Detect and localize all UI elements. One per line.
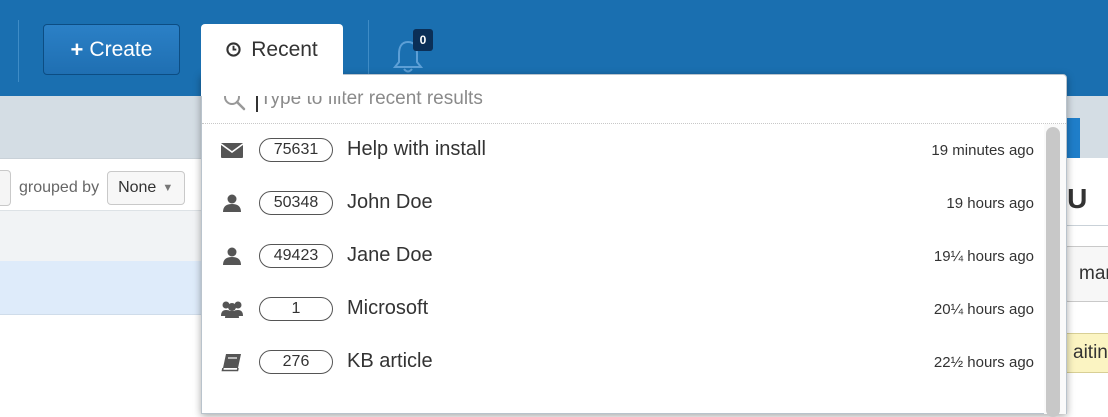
item-title: Microsoft — [347, 297, 429, 319]
notification-count-badge: 0 — [413, 29, 433, 51]
field-button-label: man — [1079, 263, 1108, 284]
grouping-controls: grouped by None ▼ — [0, 170, 186, 206]
group-icon — [221, 301, 243, 318]
item-id-pill: 276 — [259, 350, 333, 374]
envelope-icon — [220, 143, 244, 158]
grouped-by-value: None — [118, 179, 157, 196]
plus-icon: + — [70, 36, 84, 62]
view-select-edge[interactable] — [0, 170, 11, 206]
person-icon — [223, 247, 241, 265]
nav-divider — [368, 20, 369, 82]
nav-divider — [18, 20, 19, 82]
item-timestamp: 19 hours ago — [946, 195, 1034, 212]
recent-tab[interactable]: Recent — [201, 24, 343, 96]
create-button-label: Create — [89, 37, 153, 61]
clock-icon — [226, 42, 241, 57]
selected-list-row[interactable] — [0, 261, 201, 315]
divider — [1060, 225, 1108, 226]
item-timestamp: 22½ hours ago — [933, 354, 1034, 371]
list-header-row — [0, 210, 201, 262]
recent-item[interactable]: 50348 John Doe 19 hours ago — [202, 177, 1042, 230]
scrollbar-thumb[interactable] — [1046, 127, 1060, 417]
item-title: Help with install — [347, 138, 486, 160]
grouped-by-label: grouped by — [19, 179, 100, 196]
field-button-fragment[interactable]: man — [1064, 246, 1108, 302]
grouped-by-select[interactable]: None ▼ — [107, 171, 186, 205]
filter-input[interactable] — [256, 86, 862, 112]
item-timestamp: 20¼ hours ago — [933, 301, 1034, 318]
item-id-pill: 49423 — [259, 244, 333, 268]
recent-item[interactable]: 276 KB article 22½ hours ago — [202, 336, 1042, 389]
status-badge-label: aiting — [1073, 342, 1108, 363]
item-title: KB article — [347, 350, 433, 372]
item-id-pill: 1 — [259, 297, 333, 321]
item-title: Jane Doe — [347, 244, 433, 266]
create-button[interactable]: + Create — [43, 24, 180, 75]
item-id-pill: 50348 — [259, 191, 333, 215]
chevron-down-icon: ▼ — [162, 182, 174, 194]
recent-item[interactable]: 1 Microsoft 20¼ hours ago — [202, 283, 1042, 336]
item-id-pill: 75631 — [259, 138, 333, 162]
divider — [0, 158, 201, 159]
item-title: John Doe — [347, 191, 433, 213]
book-icon — [221, 354, 241, 372]
item-timestamp: 19 minutes ago — [931, 142, 1034, 159]
status-badge: aiting — [1064, 333, 1108, 373]
recent-tab-label: Recent — [251, 38, 318, 61]
item-timestamp: 19¼ hours ago — [933, 248, 1034, 265]
recent-item[interactable]: 75631 Help with install 19 minutes ago — [202, 124, 1042, 177]
recent-item[interactable]: 49423 Jane Doe 19¼ hours ago — [202, 230, 1042, 283]
recent-list: 75631 Help with install 19 minutes ago 5… — [202, 124, 1042, 389]
recent-dropdown: 75631 Help with install 19 minutes ago 5… — [201, 74, 1067, 417]
person-icon — [223, 194, 241, 212]
